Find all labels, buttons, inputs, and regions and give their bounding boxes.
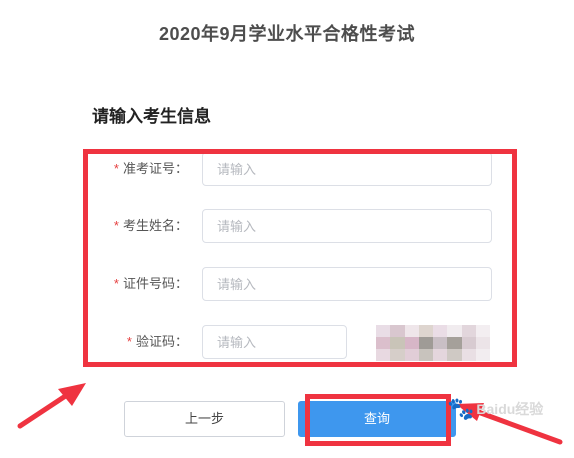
- form-row-id-number: * 证件号码：: [0, 267, 574, 301]
- exam-title: 2020年9月学业水平合格性考试: [158, 24, 416, 44]
- form-row-captcha: * 验证码：: [0, 325, 574, 361]
- exam-number-label-text: 准考证号：: [122, 161, 188, 176]
- id-number-input[interactable]: [202, 267, 492, 301]
- form-row-student-name: * 考生姓名：: [0, 209, 574, 243]
- form-row-exam-number: * 准考证号：: [0, 152, 574, 186]
- required-mark: *: [113, 218, 119, 233]
- required-mark: *: [113, 276, 119, 291]
- captcha-input[interactable]: [202, 325, 347, 359]
- id-number-label-text: 证件号码：: [122, 276, 188, 291]
- back-button[interactable]: 上一步: [124, 401, 285, 437]
- paw-icon: 🐾: [447, 396, 475, 421]
- student-name-input[interactable]: [202, 209, 492, 243]
- exam-number-input[interactable]: [202, 152, 492, 186]
- required-mark: *: [126, 334, 132, 349]
- captcha-label: * 验证码：: [127, 325, 188, 359]
- query-button[interactable]: 查询: [298, 401, 456, 437]
- captcha-image[interactable]: [376, 325, 490, 361]
- student-name-label-text: 考生姓名：: [122, 218, 188, 233]
- watermark: 🐾 Baidu经验: [447, 396, 543, 436]
- required-mark: *: [113, 161, 119, 176]
- id-number-label: * 证件号码：: [114, 267, 188, 301]
- exam-number-label: * 准考证号：: [114, 152, 188, 186]
- student-name-label: * 考生姓名：: [114, 209, 188, 243]
- captcha-label-text: 验证码：: [135, 334, 188, 349]
- section-title: 请输入考生信息: [92, 107, 211, 126]
- watermark-text: Baidu经验: [476, 401, 544, 417]
